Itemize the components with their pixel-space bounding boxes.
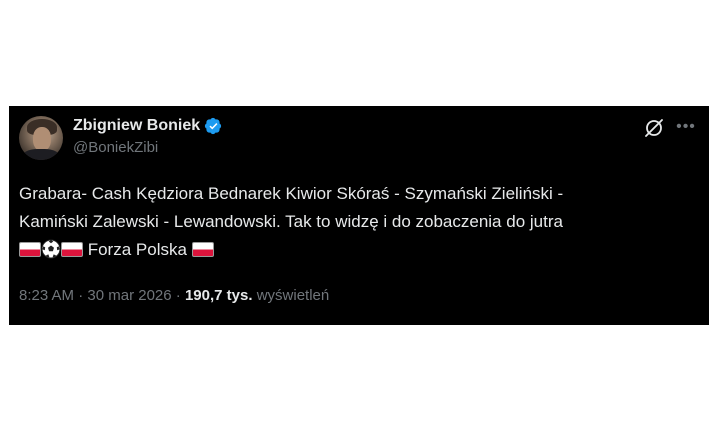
grok-icon[interactable] [643, 117, 665, 139]
meta-separator: · [175, 287, 181, 304]
tweet-card[interactable]: Zbigniew Boniek @BoniekZibi ••• Grabara-… [9, 106, 709, 325]
avatar[interactable] [19, 116, 63, 160]
tweet-text: Grabara- Cash Kędziora Bednarek Kiwior S… [19, 180, 699, 264]
soccer-ball-icon [41, 239, 61, 259]
tweet-text-line-3: Forza Polska [19, 236, 699, 264]
tweet-meta: 8:23 AM · 30 mar 2026 · 190,7 tys. wyświ… [19, 287, 329, 304]
tweet-date[interactable]: 30 mar 2026 [87, 287, 171, 304]
flag-poland-icon [191, 242, 214, 257]
verified-badge-icon[interactable] [204, 117, 222, 135]
tweet-text-line-1: Grabara- Cash Kędziora Bednarek Kiwior S… [19, 184, 564, 203]
tweet-time[interactable]: 8:23 AM [19, 287, 74, 304]
views-count: 190,7 tys. [184, 287, 253, 304]
author-display-name[interactable]: Zbigniew Boniek [73, 117, 200, 135]
flag-poland-icon [61, 242, 83, 257]
avatar-shirt [23, 149, 59, 160]
flag-poland-icon [19, 242, 41, 257]
tweet-text-line-3-suffix: Forza Polska [83, 240, 192, 259]
more-icon[interactable]: ••• [675, 116, 697, 138]
author-handle[interactable]: @BoniekZibi [73, 139, 158, 156]
author-name-row: Zbigniew Boniek [73, 117, 222, 135]
avatar-face [33, 127, 51, 151]
views-label: wyświetleń [256, 287, 330, 304]
meta-separator: · [78, 287, 84, 304]
tweet-text-line-2: Kamiński Zalewski - Lewandowski. Tak to … [19, 212, 563, 231]
